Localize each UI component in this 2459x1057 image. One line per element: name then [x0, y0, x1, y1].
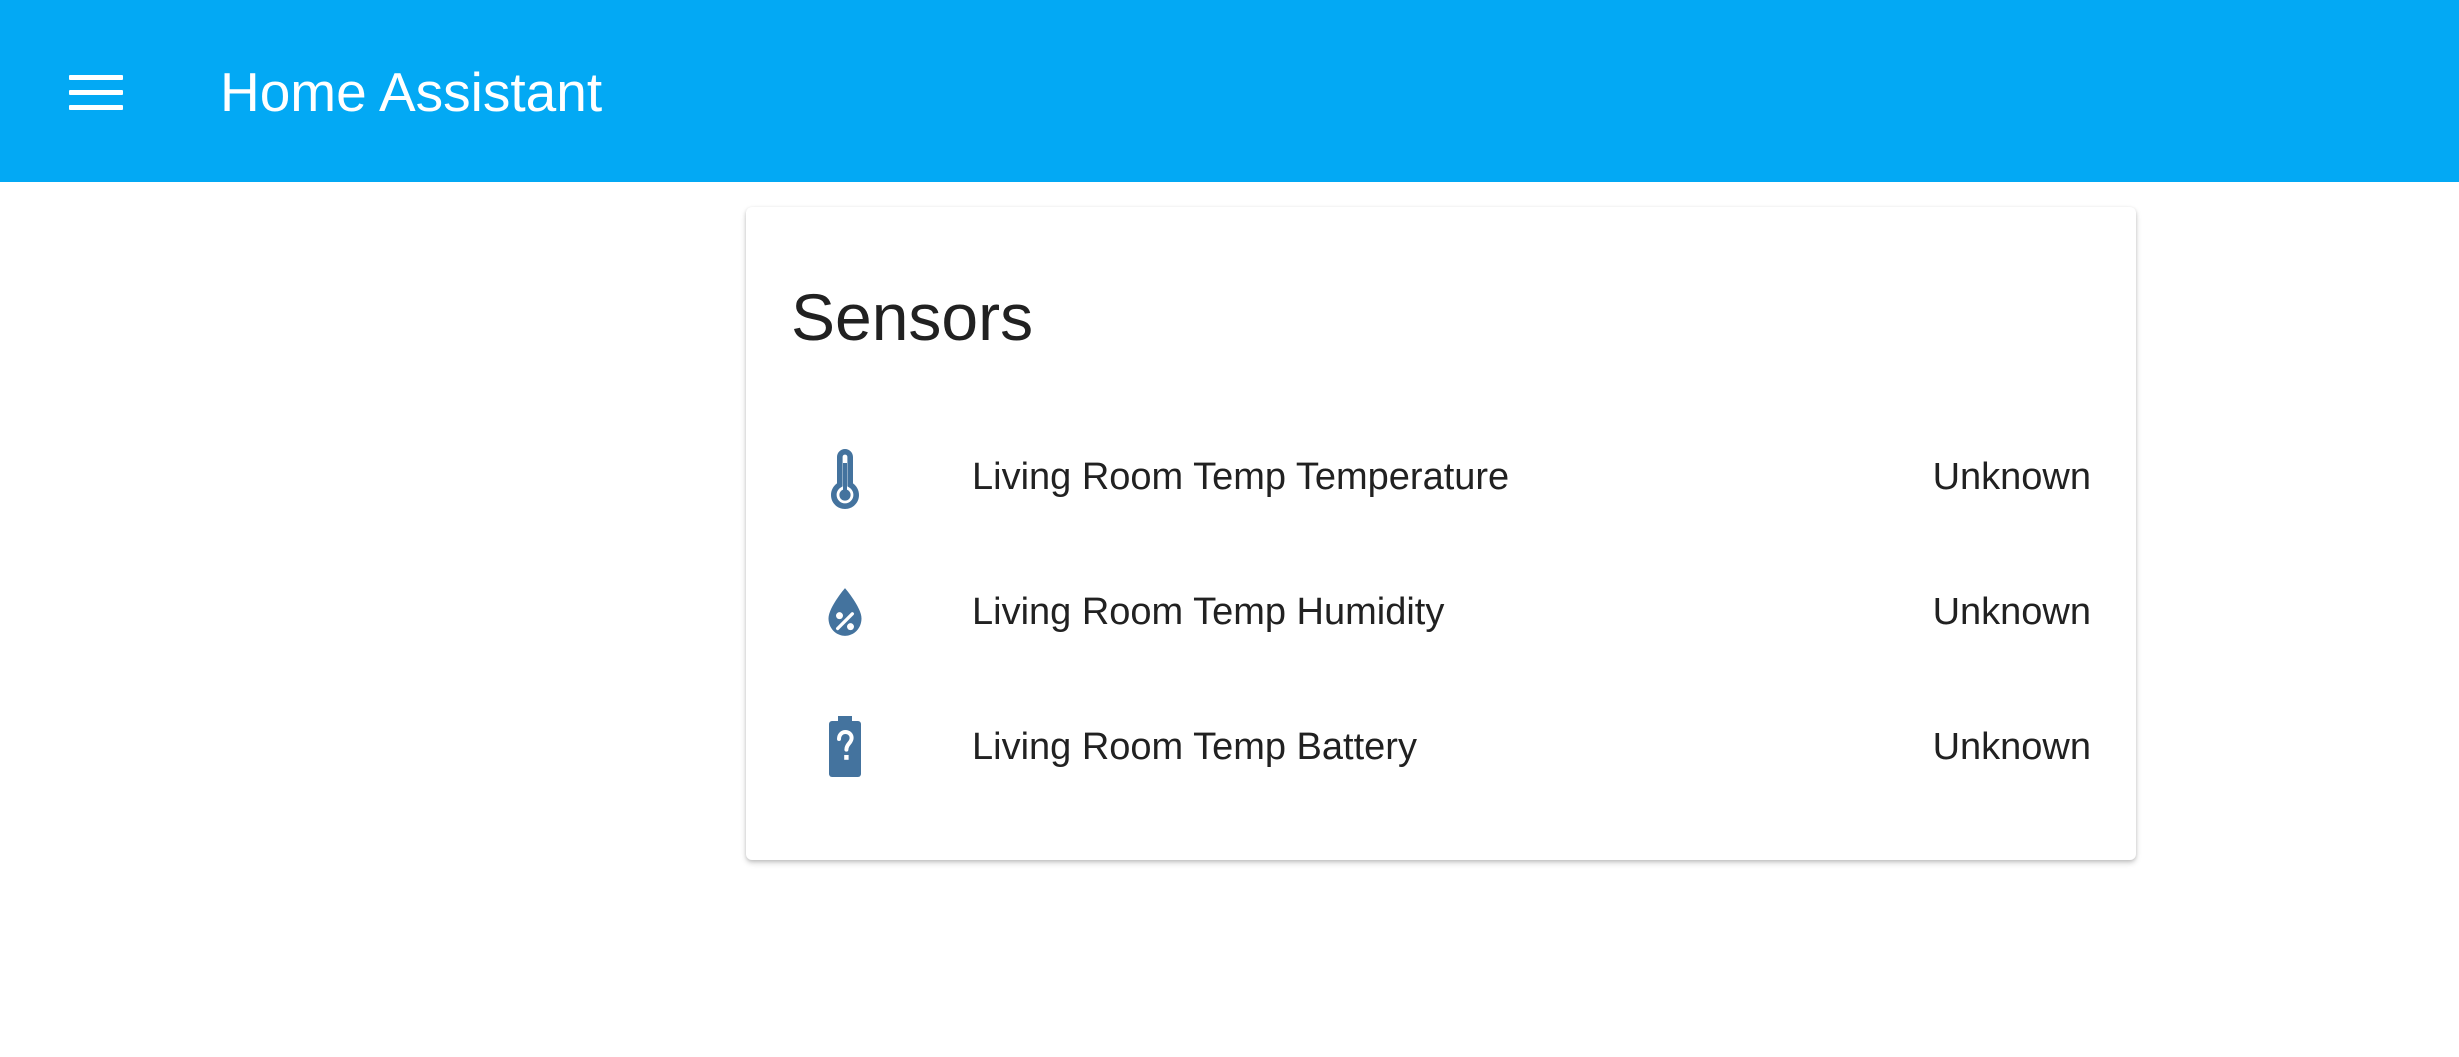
card-title: Sensors — [791, 280, 1034, 354]
sensors-card: Sensors Living Room Temp Temperature Unk… — [746, 207, 2136, 860]
thermometer-icon — [810, 442, 880, 512]
water-percent-icon — [810, 577, 880, 647]
entity-name: Living Room Temp Humidity — [972, 591, 1445, 633]
hamburger-menu-icon — [69, 75, 123, 110]
menu-button[interactable] — [58, 65, 134, 121]
entity-name: Living Room Temp Battery — [972, 726, 1417, 768]
entity-state: Unknown — [1932, 591, 2091, 633]
entity-row-temperature[interactable]: Living Room Temp Temperature Unknown — [746, 432, 2136, 522]
app-toolbar: Home Assistant — [0, 0, 2459, 182]
entity-name: Living Room Temp Temperature — [972, 456, 1510, 498]
entity-state: Unknown — [1932, 726, 2091, 768]
entity-state: Unknown — [1932, 456, 2091, 498]
entity-row-humidity[interactable]: Living Room Temp Humidity Unknown — [746, 567, 2136, 657]
app-root: Home Assistant Sensors Living Room Temp … — [0, 0, 2459, 1057]
entity-row-battery[interactable]: Living Room Temp Battery Unknown — [746, 702, 2136, 792]
battery-unknown-icon — [810, 712, 880, 782]
app-title: Home Assistant — [220, 61, 603, 123]
